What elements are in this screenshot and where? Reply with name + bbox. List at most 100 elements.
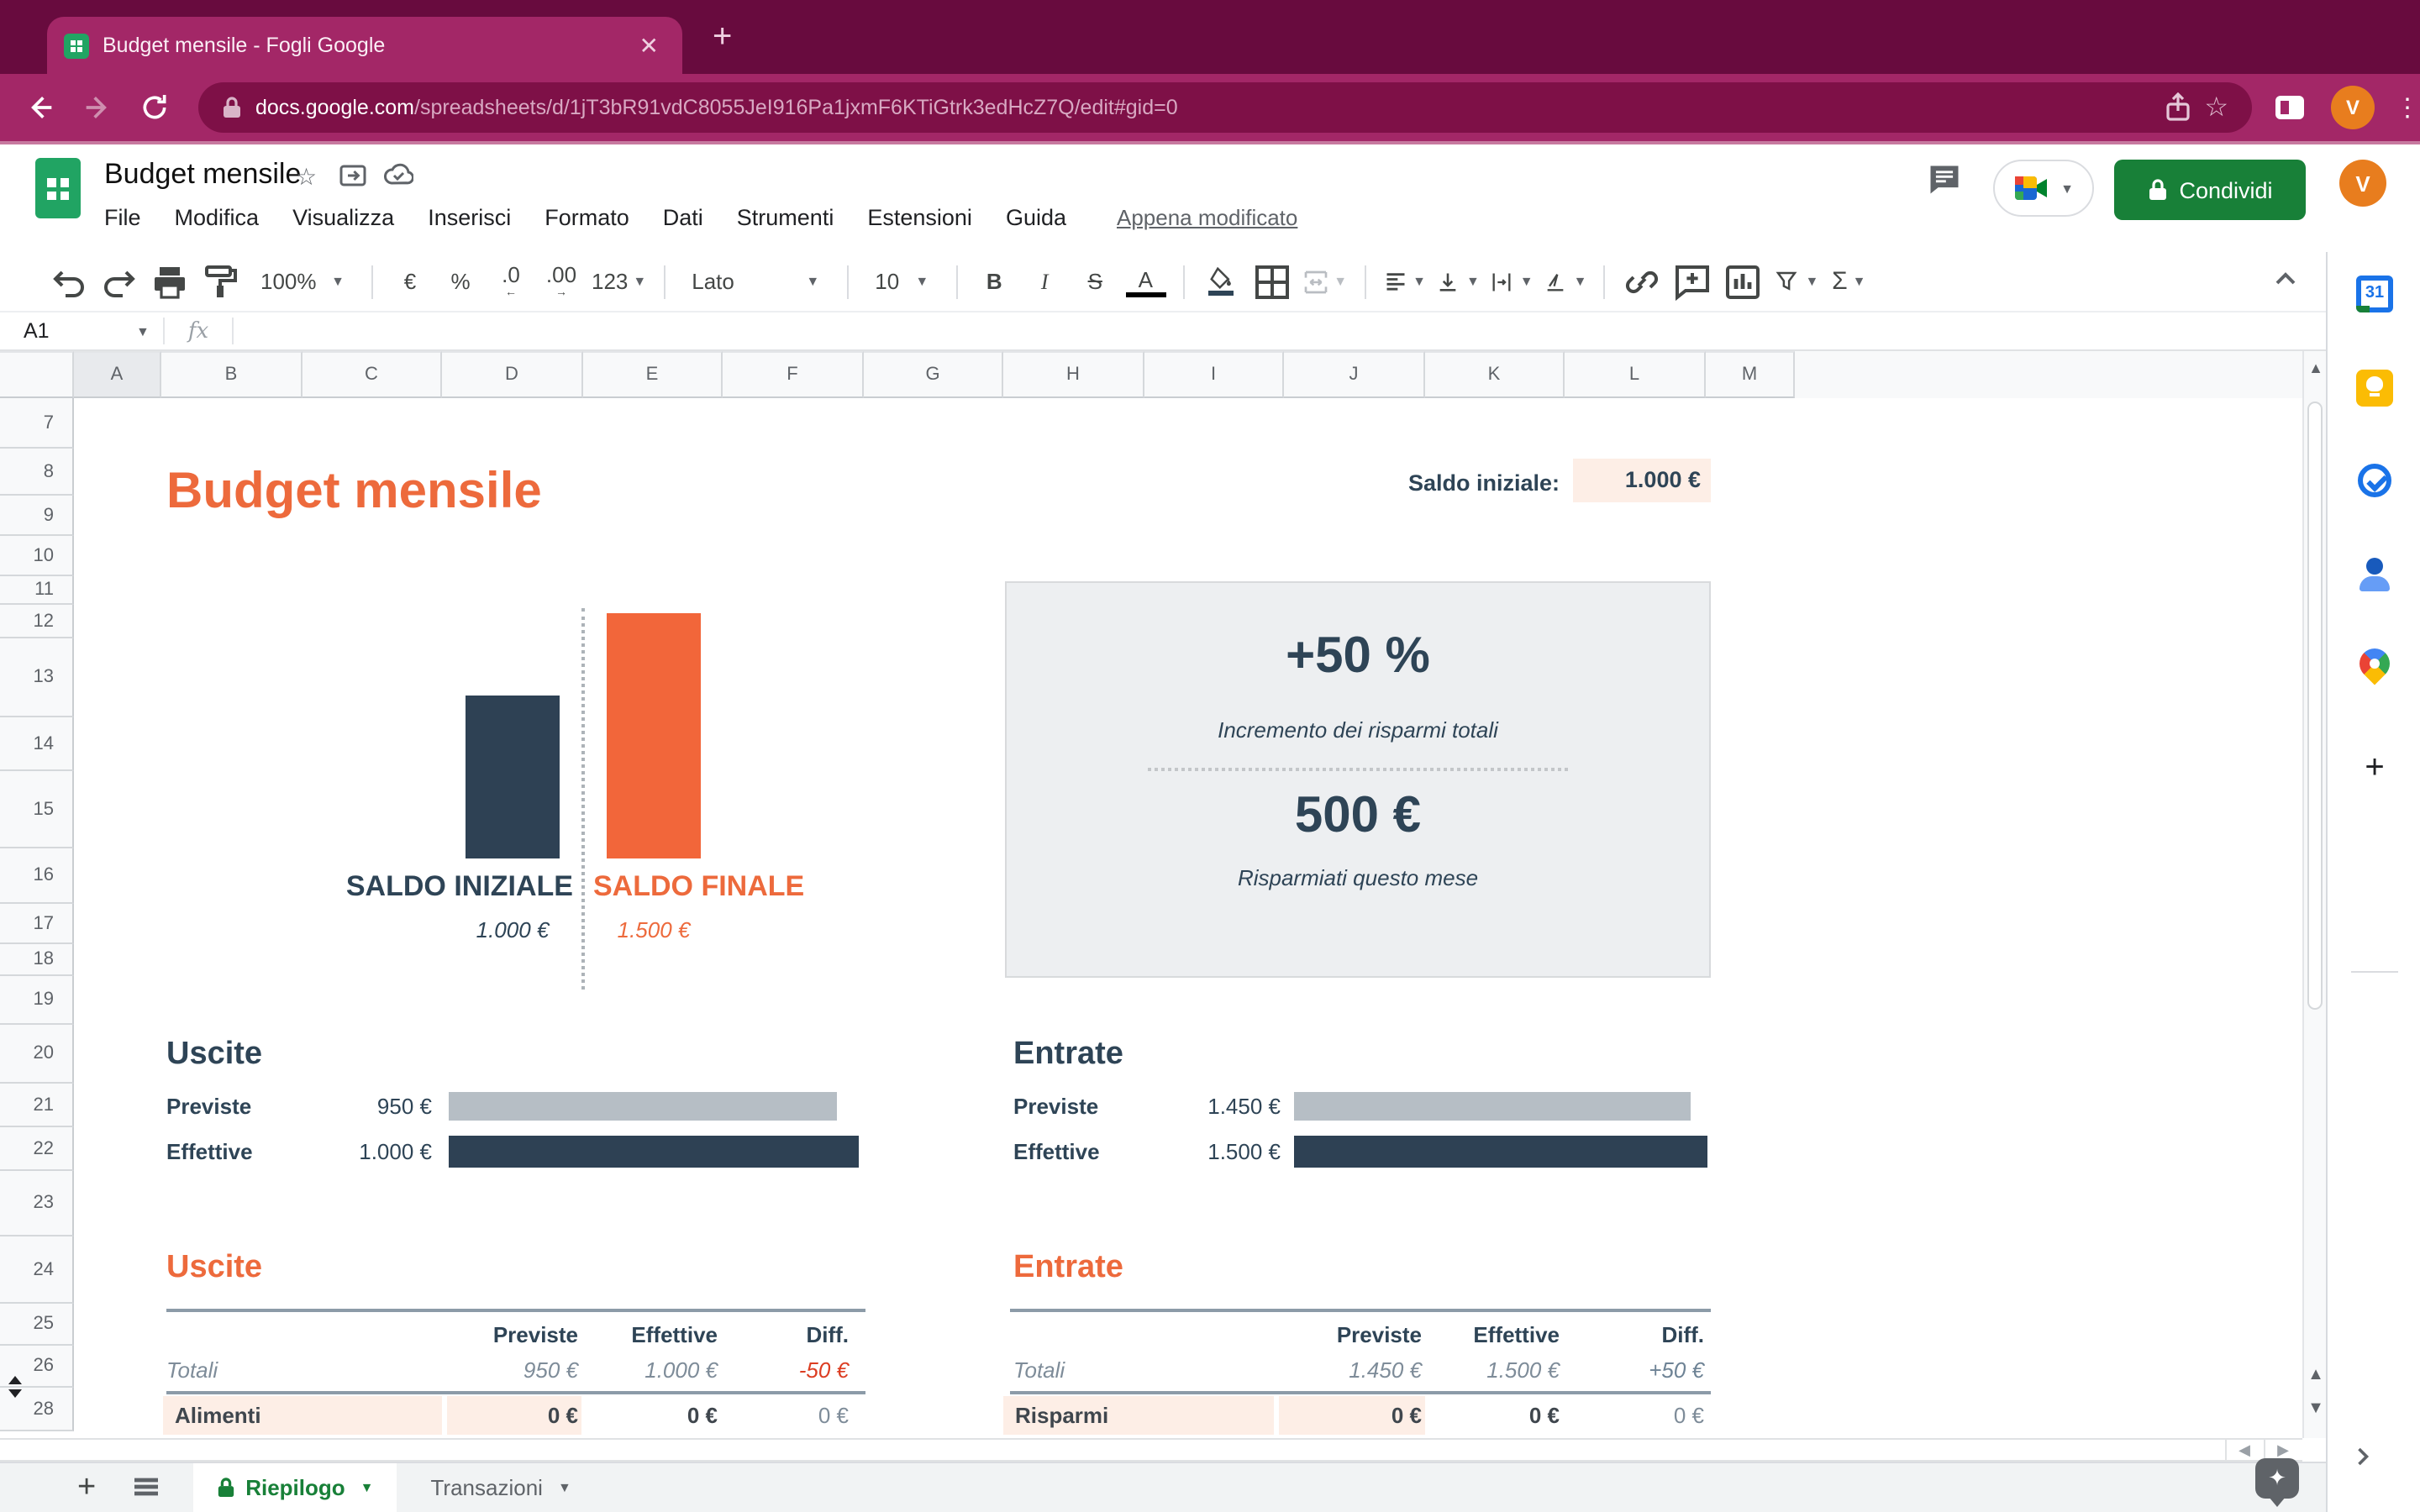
undo-icon[interactable] — [49, 261, 89, 302]
column-header-E[interactable]: E — [583, 351, 723, 398]
browser-avatar[interactable]: V — [2331, 86, 2375, 129]
row-header-14[interactable]: 14 — [0, 717, 74, 771]
borders-icon[interactable] — [1251, 261, 1292, 302]
row-header-25[interactable]: 25 — [0, 1304, 74, 1346]
merge-cells-button[interactable]: ▼ — [1302, 261, 1347, 302]
row-header-8[interactable]: 8 — [0, 449, 74, 496]
account-avatar[interactable]: V — [2339, 160, 2386, 207]
row-header-7[interactable]: 7 — [0, 398, 74, 449]
menu-visualizza[interactable]: Visualizza — [292, 205, 394, 230]
row-header-9[interactable]: 9 — [0, 496, 74, 536]
row-header-16[interactable]: 16 — [0, 848, 74, 904]
column-header-G[interactable]: G — [864, 351, 1003, 398]
scroll-up-icon[interactable]: ▲ — [2304, 358, 2328, 378]
horizontal-align-button[interactable]: ▼ — [1382, 261, 1426, 302]
strikethrough-button[interactable]: S — [1075, 261, 1115, 302]
column-header-H[interactable]: H — [1003, 351, 1144, 398]
menu-estensioni[interactable]: Estensioni — [867, 205, 972, 230]
sheet-tab-caret-icon[interactable]: ▼ — [558, 1480, 571, 1495]
hidden-rows-down-icon[interactable] — [8, 1389, 22, 1398]
redo-icon[interactable] — [99, 261, 139, 302]
close-tab-icon[interactable]: ✕ — [633, 34, 666, 57]
sheet-tab-transazioni[interactable]: Transazioni ▼ — [408, 1462, 595, 1512]
row-header-13[interactable]: 13 — [0, 638, 74, 717]
row-header-15[interactable]: 15 — [0, 771, 74, 848]
italic-button[interactable]: I — [1024, 261, 1065, 302]
back-icon[interactable] — [24, 91, 57, 124]
side-panel-icon[interactable] — [2275, 96, 2304, 119]
row-header-10[interactable]: 10 — [0, 536, 74, 576]
last-modified-link[interactable]: Appena modificato — [1117, 205, 1297, 230]
font-size-select[interactable]: 10▼ — [865, 261, 939, 302]
doc-title[interactable]: Budget mensile — [104, 158, 301, 192]
share-button[interactable]: Condividi — [2114, 160, 2306, 220]
saldo-iniziale-cell[interactable]: 1.000 € — [1573, 459, 1711, 502]
format-percent-button[interactable]: % — [440, 261, 481, 302]
star-doc-icon[interactable]: ☆ — [296, 163, 317, 192]
scroll-down-button[interactable]: ▼ — [2304, 1399, 2328, 1420]
paint-format-icon[interactable] — [200, 261, 240, 302]
tasks-icon[interactable] — [2328, 464, 2420, 497]
row-header-17[interactable]: 17 — [0, 904, 74, 944]
column-headers[interactable]: ABCDEFGHIJKLM — [0, 351, 2302, 398]
bookmark-star-icon[interactable]: ☆ — [2204, 91, 2228, 124]
text-wrap-button[interactable]: ▼ — [1490, 261, 1534, 302]
bold-button[interactable]: B — [974, 261, 1014, 302]
zoom-select[interactable]: 100%▼ — [250, 261, 355, 302]
sheet-tab-caret-icon[interactable]: ▼ — [360, 1480, 374, 1495]
gemini-sparkle-badge[interactable]: ✦ — [2255, 1458, 2299, 1499]
row-headers[interactable]: 789101112131415161718192021222324252628 — [0, 398, 74, 1431]
text-color-button[interactable]: A — [1125, 266, 1165, 297]
reload-icon[interactable] — [138, 91, 171, 124]
vertical-align-button[interactable]: ▼ — [1436, 261, 1480, 302]
vertical-scrollbar[interactable]: ▲ ▲ ▼ — [2302, 351, 2326, 1438]
insert-chart-icon[interactable] — [1723, 261, 1763, 302]
decrease-decimals-button[interactable]: .0← — [491, 261, 531, 302]
column-header-M[interactable]: M — [1706, 351, 1795, 398]
print-icon[interactable] — [150, 261, 190, 302]
font-select[interactable]: Lato▼ — [681, 261, 829, 302]
sheets-logo-icon[interactable] — [35, 158, 81, 218]
row-header-24[interactable]: 24 — [0, 1236, 74, 1304]
collapse-toolbar-icon[interactable] — [2269, 262, 2302, 296]
calendar-icon[interactable] — [2328, 276, 2420, 312]
all-sheets-icon[interactable] — [133, 1476, 160, 1499]
row-header-18[interactable]: 18 — [0, 944, 74, 976]
horizontal-scrollbar[interactable]: ◀ ▶ — [0, 1438, 2302, 1462]
create-filter-button[interactable]: ▼ — [1773, 261, 1818, 302]
row-header-26[interactable]: 26 — [0, 1346, 74, 1388]
row-header-12[interactable]: 12 — [0, 605, 74, 638]
row-header-11[interactable]: 11 — [0, 576, 74, 605]
contacts-icon[interactable] — [2328, 558, 2420, 591]
insert-comment-icon[interactable] — [1672, 261, 1712, 302]
move-folder-icon[interactable] — [339, 163, 366, 186]
sheet-tab-riepilogo[interactable]: Riepilogo ▼ — [193, 1462, 397, 1512]
menu-modifica[interactable]: Modifica — [175, 205, 260, 230]
expand-sidebar-icon[interactable] — [2348, 1441, 2378, 1472]
format-currency-button[interactable]: € — [390, 261, 430, 302]
share-icon[interactable] — [2164, 92, 2191, 123]
menu-inserisci[interactable]: Inserisci — [428, 205, 511, 230]
select-all-corner[interactable] — [0, 351, 74, 398]
menu-strumenti[interactable]: Strumenti — [737, 205, 834, 230]
functions-button[interactable]: Σ▼ — [1828, 261, 1869, 302]
vertical-scrollbar-thumb[interactable] — [2307, 402, 2323, 1010]
column-header-B[interactable]: B — [161, 351, 302, 398]
increase-decimals-button[interactable]: .00→ — [541, 261, 581, 302]
browser-tab[interactable]: Budget mensile - Fogli Google ✕ — [47, 17, 682, 74]
menu-formato[interactable]: Formato — [544, 205, 629, 230]
column-header-C[interactable]: C — [302, 351, 442, 398]
hidden-rows-up-icon[interactable] — [8, 1376, 22, 1384]
fill-color-button[interactable] — [1201, 261, 1241, 302]
row-header-23[interactable]: 23 — [0, 1171, 74, 1236]
comment-history-icon[interactable] — [1926, 161, 1963, 198]
column-header-F[interactable]: F — [723, 351, 864, 398]
column-header-L[interactable]: L — [1565, 351, 1706, 398]
row-header-19[interactable]: 19 — [0, 976, 74, 1025]
column-header-A[interactable]: A — [74, 351, 161, 398]
column-header-K[interactable]: K — [1425, 351, 1565, 398]
menu-guida[interactable]: Guida — [1006, 205, 1066, 230]
add-sheet-icon[interactable]: + — [77, 1469, 96, 1506]
column-header-I[interactable]: I — [1144, 351, 1284, 398]
url-bar[interactable]: docs.google.com/spreadsheets/d/1jT3bR91v… — [198, 82, 2252, 133]
